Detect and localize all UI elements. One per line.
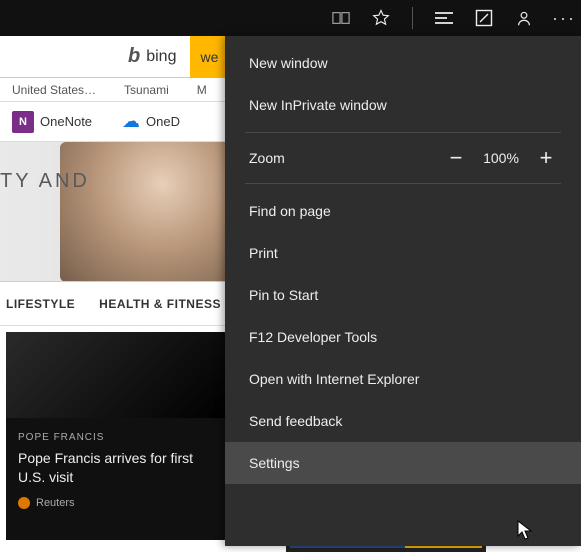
menu-zoom-row: Zoom − 100% + xyxy=(225,139,581,177)
zoom-in-button[interactable]: + xyxy=(529,149,563,167)
browser-toolbar: ··· xyxy=(0,0,581,36)
source-icon xyxy=(18,497,30,509)
hero-text: TY AND xyxy=(0,170,90,193)
nav-item-health[interactable]: HEALTH & FITNESS xyxy=(99,297,221,311)
onenote-icon: N xyxy=(12,111,34,133)
menu-pin[interactable]: Pin to Start xyxy=(225,274,581,316)
menu-separator xyxy=(245,183,561,184)
zoom-value: 100% xyxy=(473,150,529,166)
zoom-label: Zoom xyxy=(249,150,439,166)
search-provider[interactable]: b bing xyxy=(128,45,176,68)
app-label: OneD xyxy=(146,114,180,129)
trending-item[interactable]: United States… xyxy=(12,83,96,97)
hub-icon[interactable] xyxy=(435,9,453,27)
menu-find[interactable]: Find on page xyxy=(225,190,581,232)
reading-view-icon[interactable] xyxy=(332,9,350,27)
news-card[interactable]: POPE FRANCIS Pope Francis arrives for fi… xyxy=(6,332,226,540)
menu-new-inprivate[interactable]: New InPrivate window xyxy=(225,84,581,126)
menu-open-ie[interactable]: Open with Internet Explorer xyxy=(225,358,581,400)
bing-label: bing xyxy=(146,48,176,66)
more-menu: New window New InPrivate window Zoom − 1… xyxy=(225,36,581,546)
app-onedrive[interactable]: ☁ OneD xyxy=(122,111,180,132)
news-category: POPE FRANCIS xyxy=(6,418,226,449)
zoom-out-button[interactable]: − xyxy=(439,149,473,167)
news-source: Reuters xyxy=(6,487,226,519)
trending-item[interactable]: Tsunami xyxy=(124,83,169,97)
share-icon[interactable] xyxy=(515,9,533,27)
webnote-icon[interactable] xyxy=(475,9,493,27)
more-icon[interactable]: ··· xyxy=(555,9,573,27)
source-label: Reuters xyxy=(36,497,75,509)
app-onenote[interactable]: N OneNote xyxy=(12,111,92,133)
search-query-fragment[interactable]: we xyxy=(190,36,228,78)
trending-item[interactable]: M xyxy=(197,83,207,97)
menu-feedback[interactable]: Send feedback xyxy=(225,400,581,442)
news-title: Pope Francis arrives for first U.S. visi… xyxy=(6,449,226,487)
app-label: OneNote xyxy=(40,114,92,129)
menu-print[interactable]: Print xyxy=(225,232,581,274)
onedrive-icon: ☁ xyxy=(122,111,140,132)
bing-icon: b xyxy=(128,45,140,68)
menu-devtools[interactable]: F12 Developer Tools xyxy=(225,316,581,358)
menu-settings[interactable]: Settings xyxy=(225,442,581,484)
news-image xyxy=(6,332,226,418)
nav-item-lifestyle[interactable]: LIFESTYLE xyxy=(6,297,75,311)
toolbar-separator xyxy=(412,7,413,29)
menu-separator xyxy=(245,132,561,133)
favorite-icon[interactable] xyxy=(372,9,390,27)
hero-image xyxy=(60,142,230,282)
menu-new-window[interactable]: New window xyxy=(225,42,581,84)
